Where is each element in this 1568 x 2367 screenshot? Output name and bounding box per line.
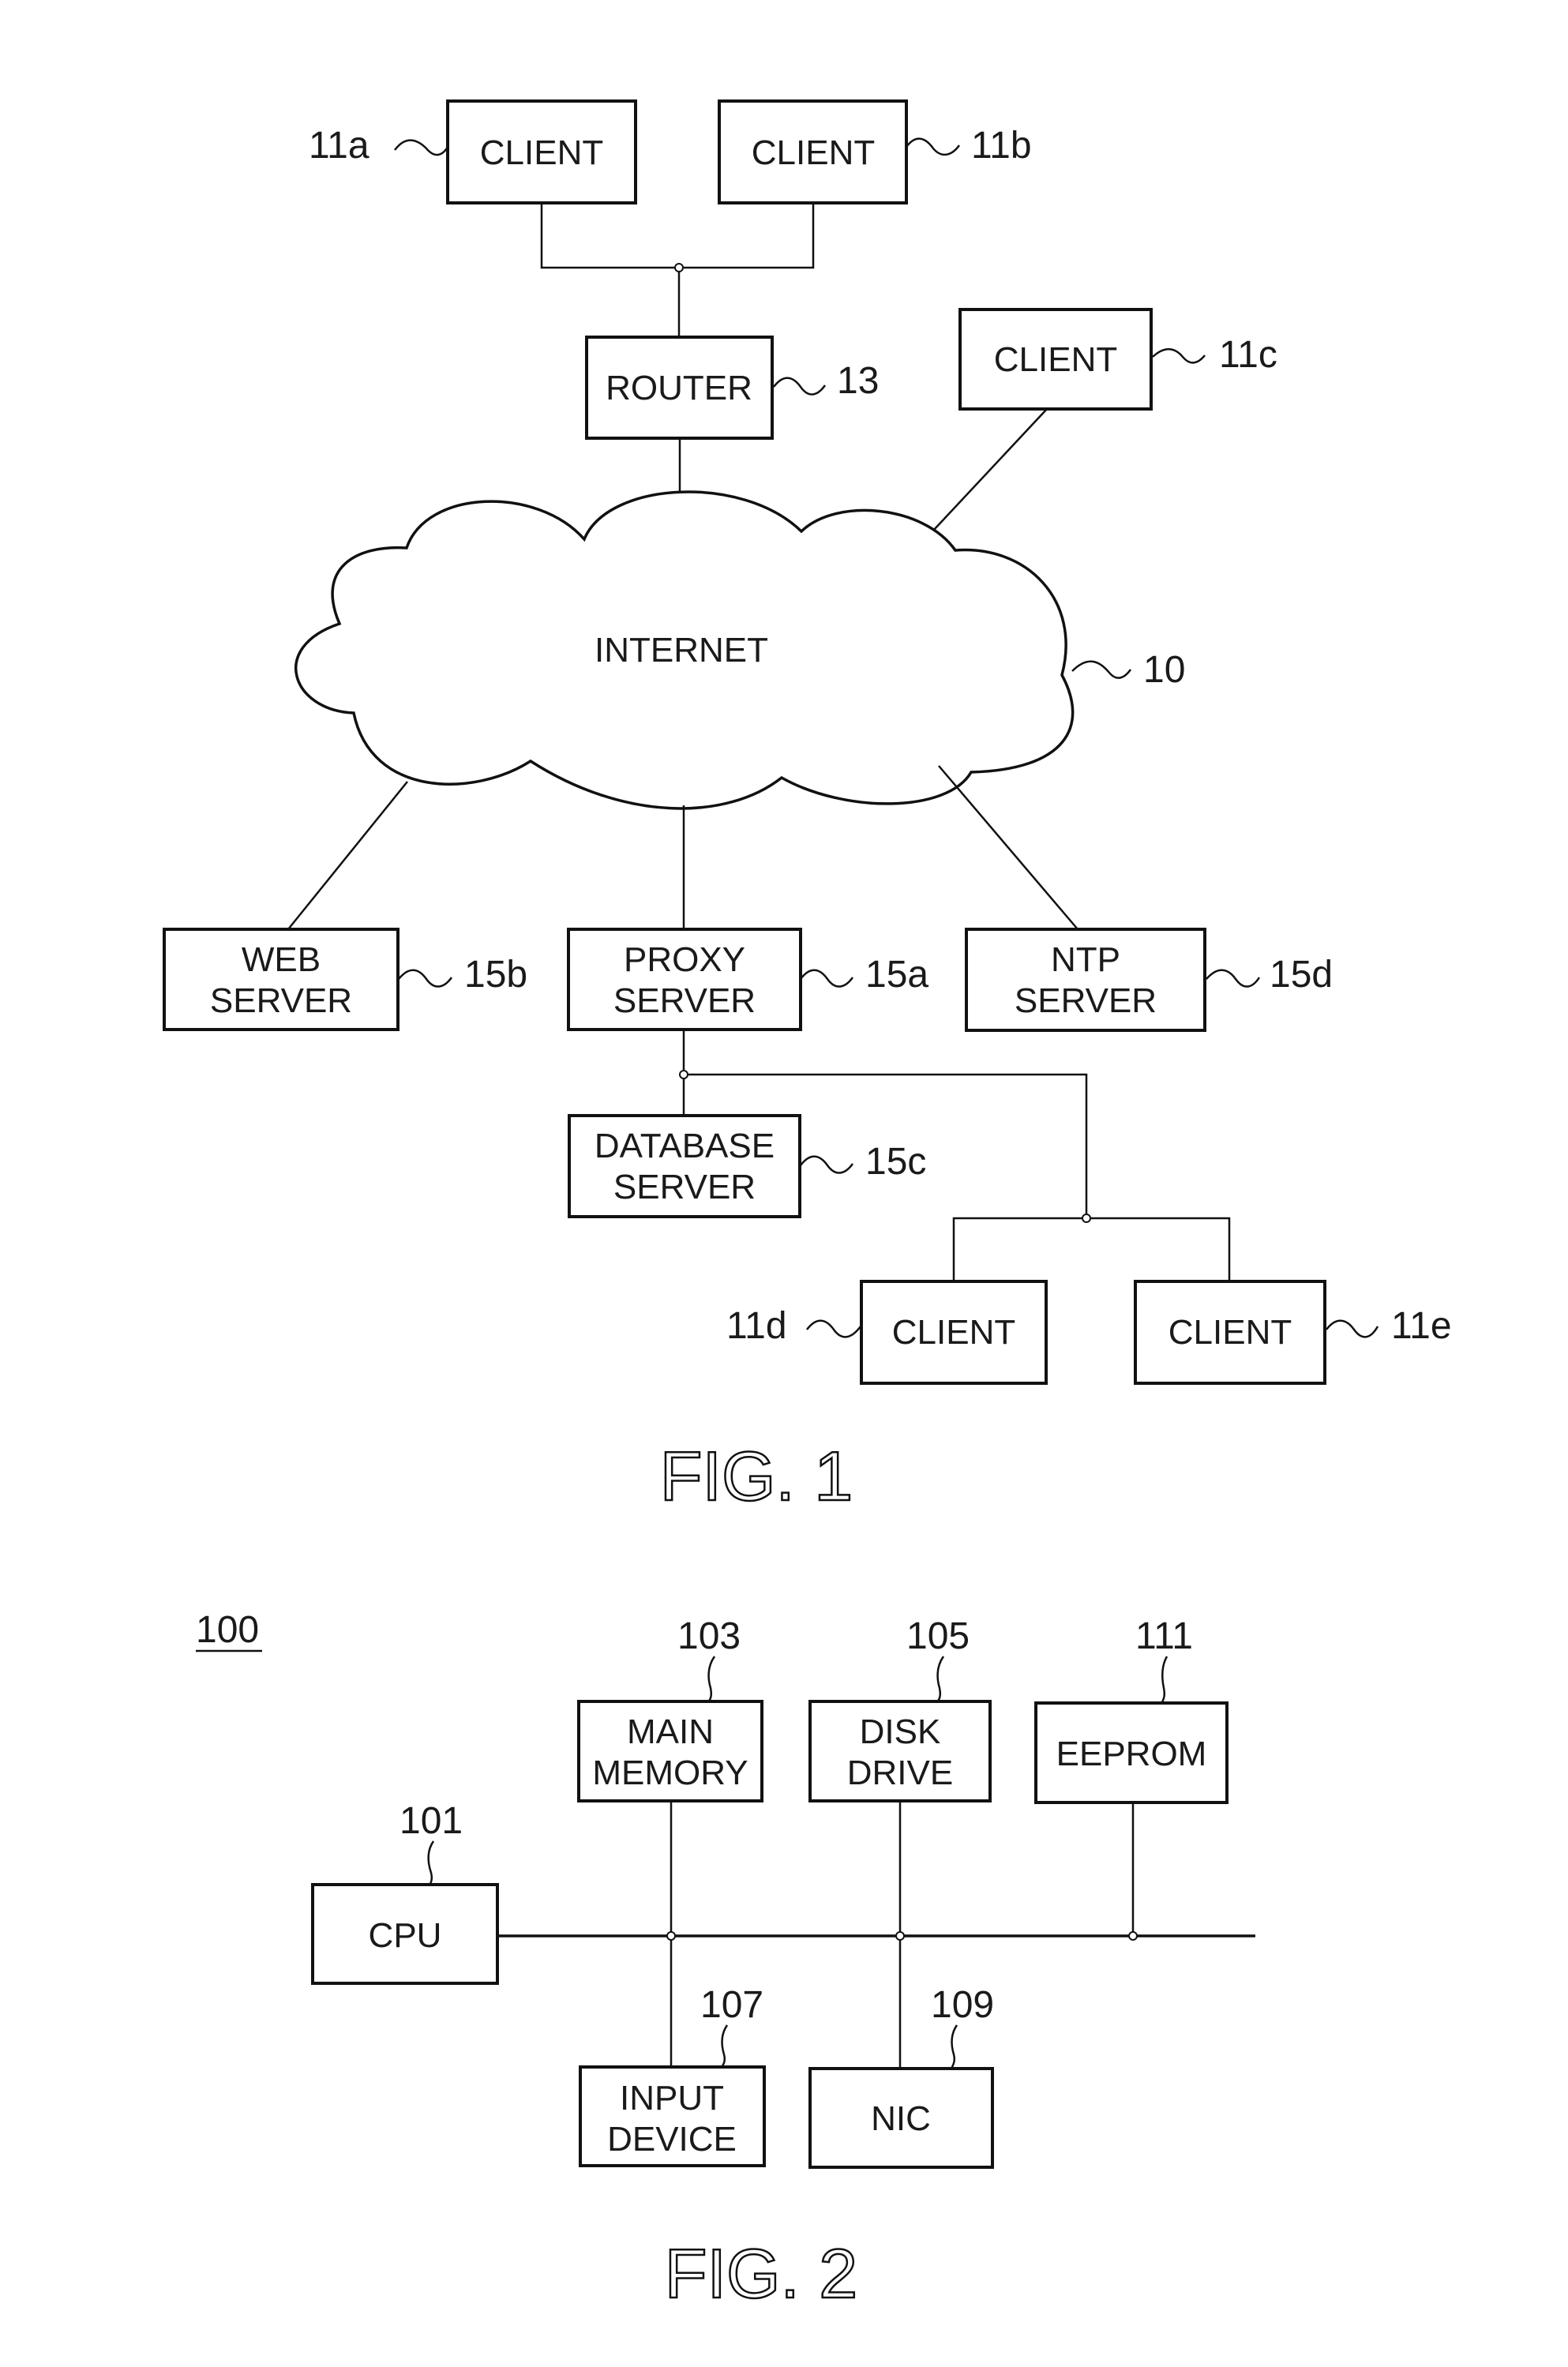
web-server-line1: WEB	[242, 940, 321, 979]
ref-11d: 11d	[726, 1305, 787, 1347]
ntp-server-15d: NTP SERVER 15d	[965, 928, 1333, 1032]
client-11d-label: CLIENT	[892, 1313, 1015, 1352]
internet-label: INTERNET	[595, 631, 768, 670]
leader-11a	[394, 139, 449, 156]
leader-13	[773, 377, 827, 396]
leader-10	[1071, 660, 1132, 679]
ref-100: 100	[196, 1609, 259, 1651]
nic-label: NIC	[871, 2099, 931, 2138]
database-server-15c: DATABASE SERVER 15c	[568, 1114, 926, 1218]
proxy-server-line1: PROXY	[624, 940, 745, 979]
leader-103	[707, 1656, 716, 1703]
connector-internet-web-server	[287, 781, 408, 930]
figure-1-title: FIG. 1	[660, 1437, 853, 1515]
leader-101	[427, 1840, 435, 1887]
ref-111: 111	[1135, 1615, 1193, 1657]
client-11e-label: CLIENT	[1168, 1313, 1292, 1352]
ntp-server-line1: NTP	[1051, 940, 1120, 979]
client-11a: CLIENT 11a	[309, 99, 637, 204]
ref-13: 13	[837, 360, 879, 402]
database-server-line1: DATABASE	[595, 1127, 775, 1165]
client-11c: CLIENT 11c	[958, 308, 1277, 411]
bus-junction-disk-drive	[895, 1931, 905, 1941]
ref-107: 107	[700, 1984, 763, 2026]
proxy-server-line2: SERVER	[613, 981, 756, 1020]
ref-15a: 15a	[865, 954, 928, 996]
connector-client-11c-internet	[932, 408, 1048, 531]
web-server-line2: SERVER	[210, 981, 352, 1020]
ntp-server-line2: SERVER	[1015, 981, 1157, 1020]
leader-111	[1160, 1656, 1168, 1705]
leader-11c	[1152, 348, 1206, 364]
main-memory-103: MAIN MEMORY 103	[577, 1615, 763, 1802]
ref-109: 109	[931, 1984, 994, 2026]
disk-drive-105: DISK DRIVE 105	[808, 1615, 992, 1802]
leader-15a	[800, 969, 854, 988]
input-device-line1: INPUT	[620, 2079, 724, 2118]
cpu-101: CPU 101	[311, 1800, 499, 1985]
patent-drawing-sheet: INTERNET 10 CLIENT 11a CLIENT 11b ROUTER…	[163, 99, 1452, 2313]
ref-10: 10	[1143, 649, 1185, 691]
ref-11b: 11b	[971, 125, 1032, 167]
router-label: ROUTER	[606, 369, 752, 407]
cpu-label: CPU	[369, 1916, 442, 1955]
database-server-line2: SERVER	[613, 1168, 756, 1206]
input-device-107: INPUT DEVICE 107	[579, 1984, 766, 2167]
proxy-server-15a: PROXY SERVER 15a	[567, 928, 928, 1031]
leader-109	[950, 2024, 958, 2069]
ref-105: 105	[906, 1615, 970, 1657]
main-memory-line1: MAIN	[627, 1712, 714, 1751]
figure-2-title: FIG. 2	[665, 2234, 858, 2313]
input-device-line2: DEVICE	[607, 2120, 737, 2159]
client-11d: CLIENT 11d	[726, 1280, 1048, 1385]
ref-11a: 11a	[309, 125, 369, 167]
ref-15b: 15b	[464, 954, 527, 996]
connector-clients-11d-11e	[952, 1217, 1231, 1281]
client-11b-label: CLIENT	[752, 133, 875, 172]
leader-105	[936, 1656, 945, 1703]
client-11c-label: CLIENT	[994, 340, 1117, 379]
ref-11c: 11c	[1219, 334, 1277, 376]
client-11a-label: CLIENT	[480, 133, 603, 172]
disk-drive-line2: DRIVE	[847, 1754, 953, 1792]
leader-107	[720, 2024, 729, 2068]
disk-drive-line1: DISK	[860, 1712, 941, 1751]
router-13: ROUTER 13	[585, 336, 879, 440]
ref-15d: 15d	[1270, 954, 1333, 996]
client-11b: CLIENT 11b	[718, 99, 1032, 204]
eeprom-label: EEPROM	[1056, 1735, 1207, 1773]
leader-11d	[806, 1319, 861, 1338]
figure-1: INTERNET 10 CLIENT 11a CLIENT 11b ROUTER…	[163, 99, 1452, 1516]
bus-junction-main-memory	[666, 1931, 676, 1941]
ref-11e: 11e	[1391, 1305, 1452, 1347]
leader-11b	[906, 137, 961, 156]
leader-11e	[1326, 1319, 1379, 1338]
junction-node-top	[674, 263, 684, 272]
bus-junction-eeprom	[1128, 1931, 1138, 1941]
ref-103: 103	[677, 1615, 741, 1657]
nic-109: NIC 109	[808, 1984, 994, 2169]
connector-clients-11a-11b	[540, 203, 815, 269]
web-server-15b: WEB SERVER 15b	[163, 928, 527, 1031]
ref-15c: 15c	[865, 1141, 926, 1183]
leader-15d	[1206, 969, 1261, 988]
client-11e: CLIENT 11e	[1134, 1280, 1452, 1385]
eeprom-111: EEPROM 111	[1034, 1615, 1229, 1804]
connector-internet-ntp-server	[938, 765, 1078, 930]
leader-15c	[800, 1155, 854, 1174]
internet-cloud: INTERNET 10	[294, 490, 1185, 810]
junction-node-lan	[679, 1070, 688, 1079]
main-memory-line2: MEMORY	[592, 1754, 748, 1792]
leader-15b	[398, 969, 453, 988]
ref-101: 101	[400, 1800, 463, 1842]
figure-2: 100 CPU 101 MAIN MEMORY 103 DISK DRIVE 1…	[196, 1609, 1255, 2313]
junction-node-clients	[1082, 1214, 1091, 1223]
